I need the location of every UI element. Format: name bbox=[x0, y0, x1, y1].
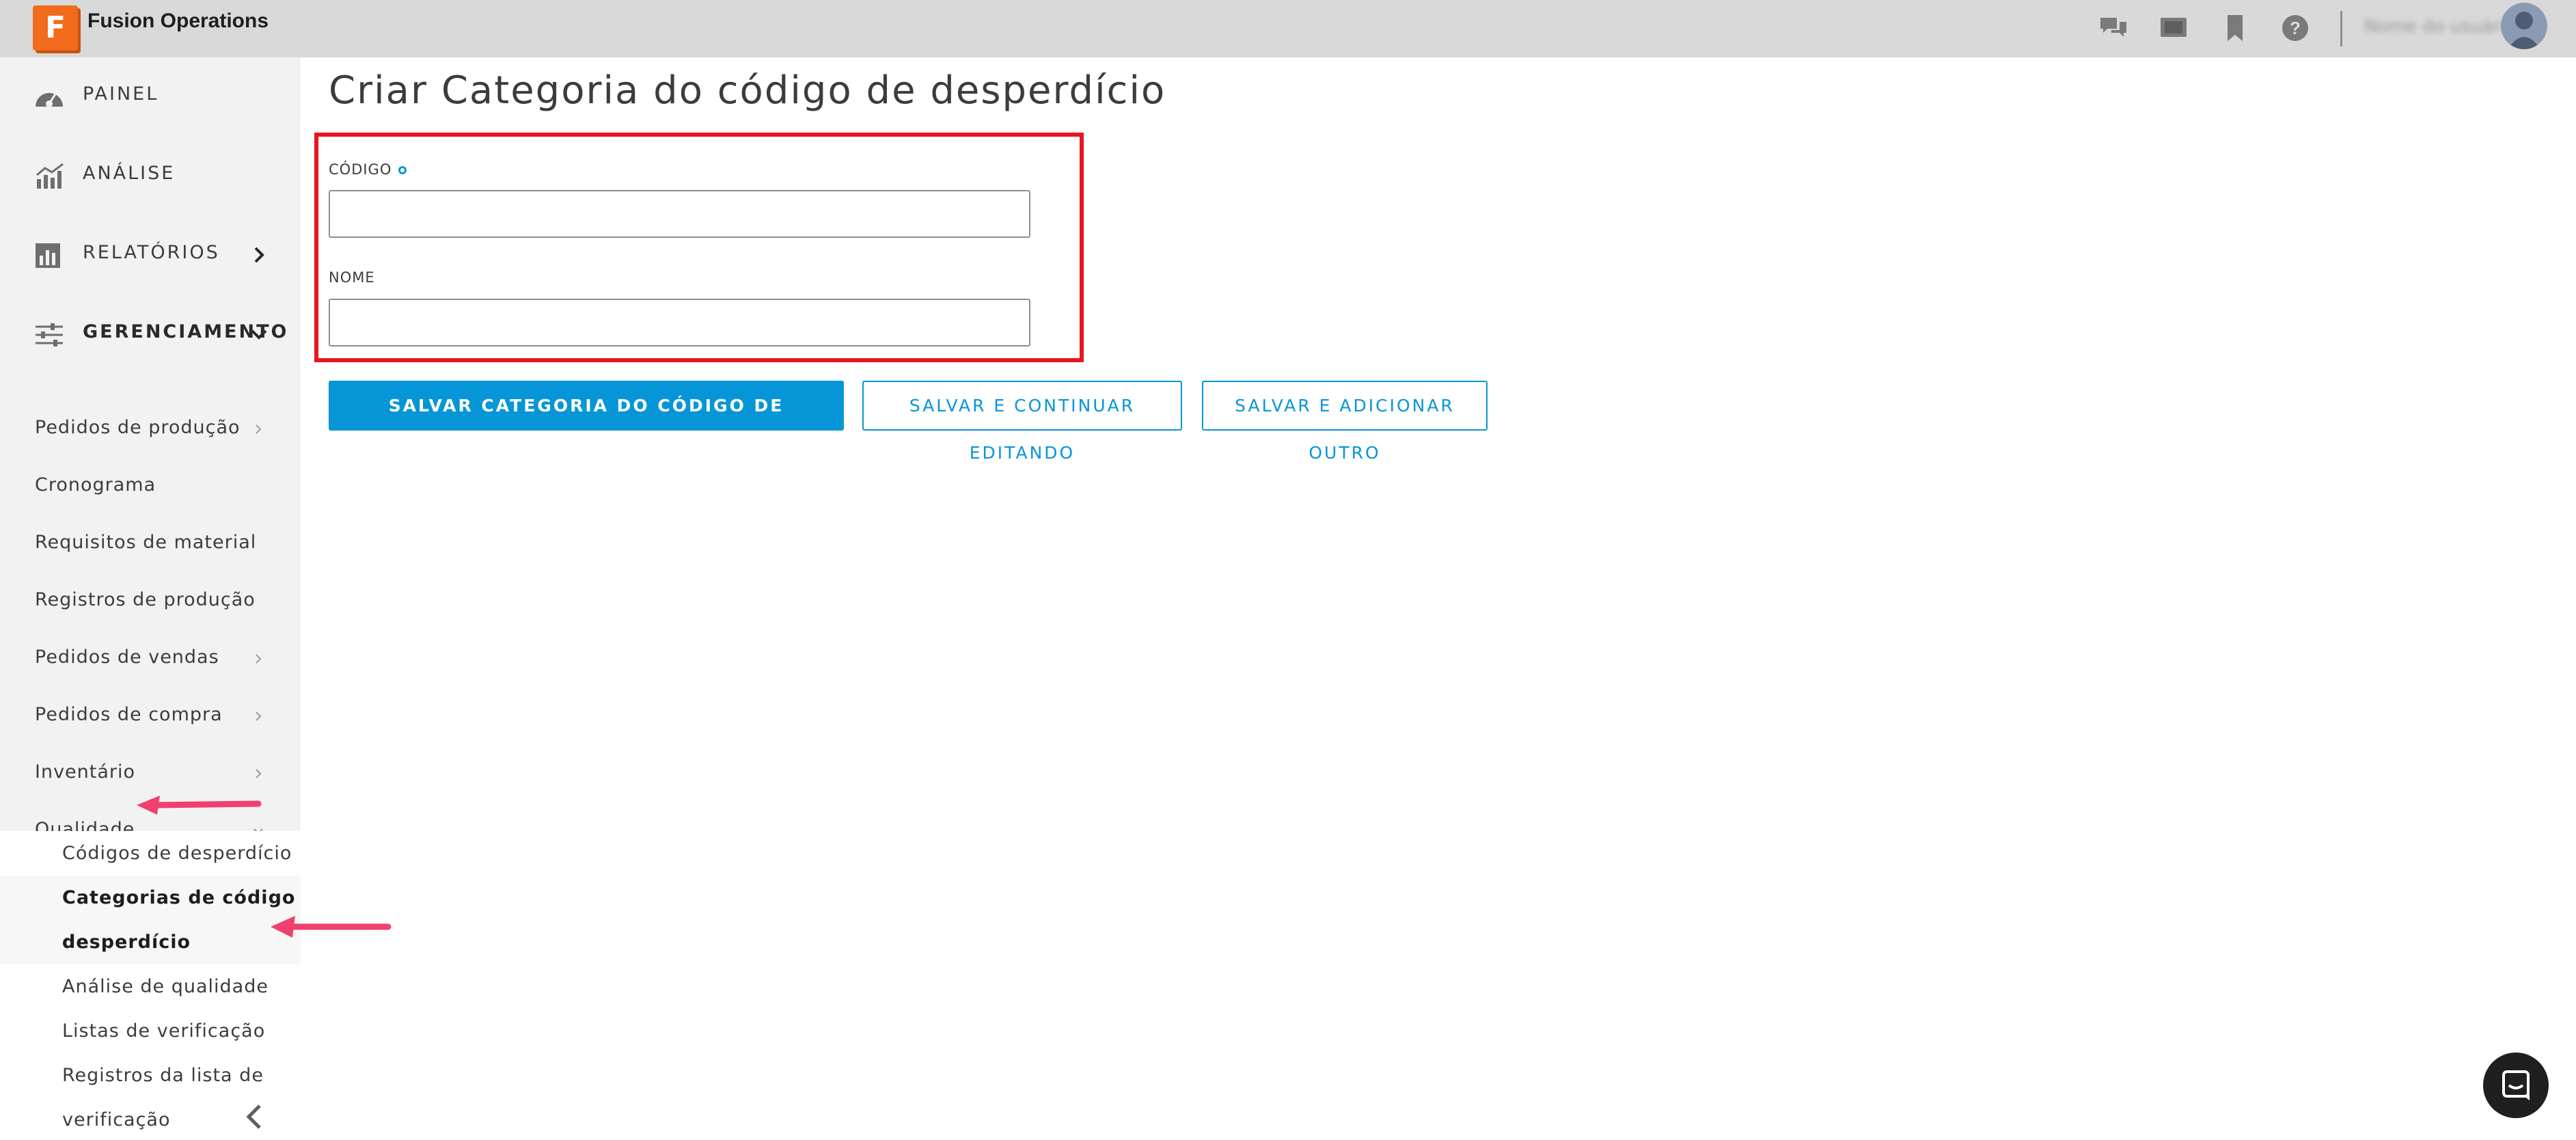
nome-label: NOME bbox=[329, 269, 375, 286]
topbar-divider bbox=[2340, 11, 2342, 46]
sidebar-item-pedidos-producao[interactable]: Pedidos de produção bbox=[0, 401, 301, 458]
sidebar-item-label: Análise de qualidade bbox=[62, 976, 269, 997]
sidebar-item-codigos-desperdicio[interactable]: Códigos de desperdício bbox=[0, 831, 301, 876]
sidebar-item-label: Pedidos de produção bbox=[35, 417, 241, 438]
sidebar-item-label: Requisitos de material bbox=[35, 532, 257, 553]
codigo-label: CÓDIGO bbox=[329, 161, 407, 178]
save-continue-button[interactable]: SALVAR E CONTINUAR EDITANDO bbox=[862, 381, 1182, 463]
sidebar-item-cronograma[interactable]: Cronograma bbox=[0, 458, 301, 515]
chevron-right-icon bbox=[256, 769, 262, 778]
dashboard-gauge-icon bbox=[36, 92, 63, 107]
user-silhouette-icon bbox=[2508, 12, 2540, 49]
sidebar-item-label: Inventário bbox=[35, 761, 136, 783]
user-name[interactable]: Nome do usuário bbox=[2364, 16, 2516, 37]
collapse-sidebar-icon[interactable] bbox=[241, 1102, 268, 1132]
sidebar-item-label: Cronograma bbox=[35, 474, 156, 496]
chat-icon[interactable] bbox=[2098, 12, 2129, 44]
sidebar-item-listas-verificacao[interactable]: Listas de verificação bbox=[0, 1009, 301, 1053]
chevron-right-icon bbox=[256, 654, 262, 664]
avatar[interactable] bbox=[2501, 3, 2547, 49]
sidebar-item-painel[interactable]: PAINEL bbox=[0, 57, 301, 137]
save-button[interactable]: SALVAR CATEGORIA DO CÓDIGO DE DESPERDÍCI… bbox=[329, 381, 844, 463]
annotation-arrow-icon bbox=[137, 796, 262, 815]
bookmark-icon[interactable] bbox=[2219, 12, 2251, 44]
sidebar: PAINEL ANÁLISE RELATÓRIOS GERENCIAMENTO … bbox=[0, 57, 301, 1140]
sidebar-item-label: RELATÓRIOS bbox=[83, 242, 220, 263]
codigo-label-text: CÓDIGO bbox=[329, 161, 392, 178]
reports-icon bbox=[36, 243, 60, 268]
sidebar-item-registros-producao[interactable]: Registros de produção bbox=[0, 573, 301, 630]
chevron-right-icon bbox=[256, 424, 262, 434]
sidebar-item-pedidos-compra[interactable]: Pedidos de compra bbox=[0, 688, 301, 745]
save-add-another-button[interactable]: SALVAR E ADICIONAR OUTRO bbox=[1202, 381, 1488, 463]
sidebar-item-label: Registros de produção bbox=[35, 589, 256, 610]
sidebar-item-requisitos-material[interactable]: Requisitos de material bbox=[0, 515, 301, 573]
sidebar-item-label: ANÁLISE bbox=[83, 163, 176, 184]
sidebar-item-label: Códigos de desperdício bbox=[62, 843, 292, 864]
app-name[interactable]: Fusion Operations bbox=[87, 10, 269, 33]
chevron-right-icon bbox=[256, 711, 262, 721]
codigo-input[interactable] bbox=[329, 190, 1030, 238]
sliders-icon bbox=[36, 323, 63, 347]
sidebar-item-categorias-codigo-desperdicio[interactable]: Categorias de código de desperdício bbox=[0, 876, 301, 964]
sidebar-item-analise[interactable]: ANÁLISE bbox=[0, 137, 301, 216]
monitor-icon[interactable] bbox=[2158, 12, 2189, 44]
sidebar-item-label: Listas de verificação bbox=[62, 1020, 266, 1042]
fusion-logo[interactable]: F bbox=[33, 5, 78, 51]
annotation-arrow-icon bbox=[271, 916, 392, 938]
sidebar-item-label: Pedidos de vendas bbox=[35, 647, 219, 668]
chevron-right-icon bbox=[254, 247, 264, 263]
required-indicator-icon bbox=[398, 166, 407, 174]
sidebar-item-label: desperdício bbox=[62, 932, 191, 953]
chat-bubble-icon bbox=[2502, 1070, 2530, 1100]
sidebar-item-label: PAINEL bbox=[83, 83, 159, 105]
analytics-chart-icon bbox=[36, 163, 64, 189]
sidebar-item-label: Pedidos de compra bbox=[35, 704, 223, 725]
chat-launcher-button[interactable] bbox=[2483, 1053, 2549, 1118]
sidebar-item-label: Registros da lista de bbox=[62, 1065, 264, 1086]
help-icon[interactable]: ? bbox=[2279, 12, 2311, 44]
sidebar-item-label: verificação bbox=[62, 1109, 171, 1130]
chevron-down-icon bbox=[251, 329, 267, 340]
nome-input[interactable] bbox=[329, 299, 1030, 347]
sidebar-item-pedidos-vendas[interactable]: Pedidos de vendas bbox=[0, 630, 301, 688]
top-bar: F Fusion Operations ? Nome do usuário bbox=[0, 0, 2576, 57]
svg-text:?: ? bbox=[2290, 18, 2301, 38]
sidebar-item-gerenciamento[interactable]: GERENCIAMENTO bbox=[0, 295, 301, 375]
page-title: Criar Categoria do código de desperdício bbox=[329, 68, 1166, 113]
sidebar-item-analise-qualidade[interactable]: Análise de qualidade bbox=[0, 964, 301, 1009]
sidebar-item-relatorios[interactable]: RELATÓRIOS bbox=[0, 216, 301, 295]
